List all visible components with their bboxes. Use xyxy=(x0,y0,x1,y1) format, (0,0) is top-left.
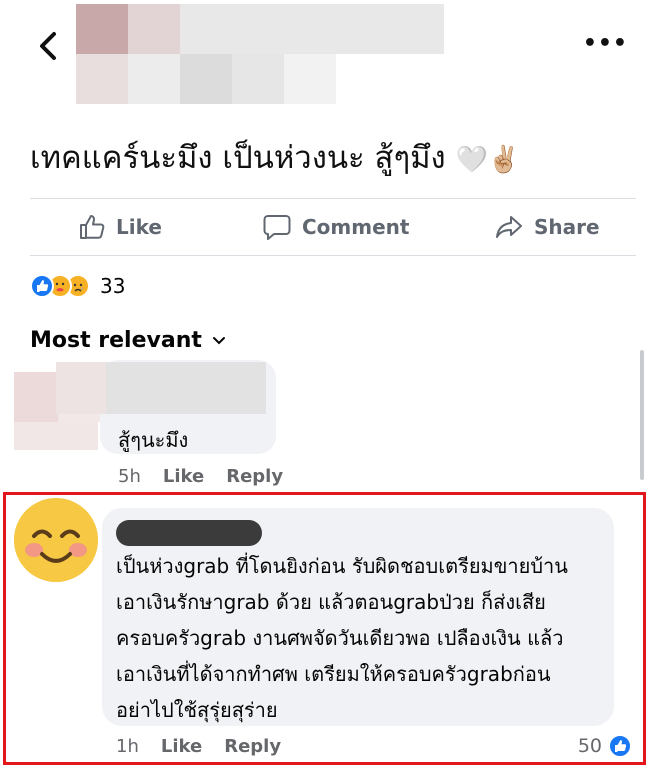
comment-line: เป็นห่วงgrab ที่โดนยิงก่อน รับผิดชอบเตรี… xyxy=(116,554,568,578)
like-reaction-icon xyxy=(608,734,632,758)
like-label: Like xyxy=(116,215,162,239)
redacted-commenter-name xyxy=(116,520,262,546)
post-body: เทคแคร์นะมึง เป็นห่วงนะ สู้ๆมึง xyxy=(30,140,446,176)
reaction-count: 33 xyxy=(100,274,126,298)
comment-text: สู้ๆนะมึง xyxy=(118,428,189,452)
top-bar: ••• xyxy=(0,0,650,110)
comment-icon xyxy=(263,215,291,240)
comment-reply-button[interactable]: Reply xyxy=(224,736,281,757)
divider xyxy=(30,198,636,199)
comment-reaction-number: 50 xyxy=(577,735,602,757)
share-label: Share xyxy=(534,215,600,239)
comment-time: 5h xyxy=(118,466,141,487)
smiling-face-avatar[interactable] xyxy=(14,498,98,582)
comment-like-button[interactable]: Like xyxy=(163,466,204,487)
chevron-down-icon xyxy=(212,336,225,344)
reaction-summary[interactable]: 33 xyxy=(30,272,125,300)
comment-sort-dropdown[interactable]: Most relevant xyxy=(30,328,226,353)
sort-label: Most relevant xyxy=(30,328,202,353)
comment-meta: 5h Like Reply xyxy=(118,466,283,487)
comment-line: อย่าไปใช้สุรุ่ยสุร่าย xyxy=(116,698,278,722)
comment-like-button[interactable]: Like xyxy=(161,736,202,757)
back-arrow-icon[interactable] xyxy=(34,28,62,64)
highlighted-comment-text: เป็นห่วงgrab ที่โดนยิงก่อน รับผิดชอบเตรี… xyxy=(116,548,606,728)
comment-label: Comment xyxy=(302,215,410,239)
post-emoji: 🤍✌🏼 xyxy=(455,145,521,175)
comment-line: ครอบครัวgrab งานศพจัดวันเดียวพอ เปลืองเง… xyxy=(116,626,564,650)
scrollbar[interactable] xyxy=(640,350,644,480)
comment-reaction-count[interactable]: 50 xyxy=(578,734,632,758)
like-icon xyxy=(80,215,105,239)
comment-time: 1h xyxy=(116,736,139,757)
comment-line: เอาเงินรักษาgrab ด้วย แล้วตอนgrabป่วย ก็… xyxy=(116,590,546,614)
post-text: เทคแคร์นะมึง เป็นห่วงนะ สู้ๆมึง 🤍✌🏼 xyxy=(30,136,520,182)
share-button[interactable]: Share xyxy=(494,210,600,244)
like-button[interactable]: Like xyxy=(78,210,162,244)
share-icon xyxy=(496,216,522,238)
more-icon[interactable]: ••• xyxy=(583,33,628,55)
comment-meta: 1h Like Reply xyxy=(116,736,281,757)
comment-line: เอาเงินที่ได้จากทำศพ เตรียมให้ครอบครัวgr… xyxy=(116,662,551,686)
comment-reply-button[interactable]: Reply xyxy=(226,466,283,487)
divider xyxy=(30,255,636,256)
comment-button[interactable]: Comment xyxy=(262,210,409,244)
post-actions: Like Comment Share xyxy=(0,200,650,254)
like-reaction-icon xyxy=(30,274,54,298)
